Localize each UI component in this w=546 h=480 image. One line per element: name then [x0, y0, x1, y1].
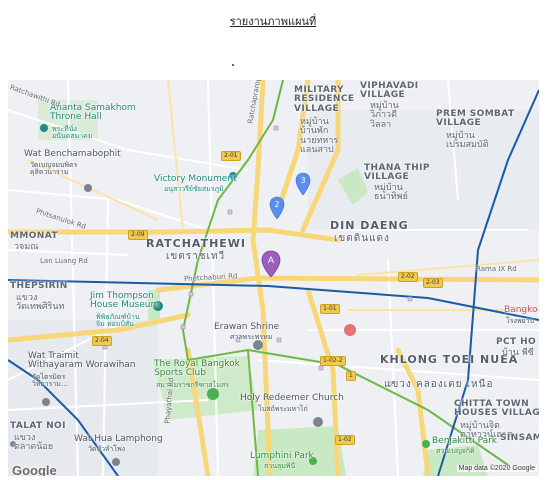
- district-din-daeng-th: เขตดินแดง: [334, 233, 390, 244]
- road-shield: 2-02: [398, 272, 418, 282]
- area-prem-sombat: PREM SOMBAT VILLAGE: [436, 109, 515, 129]
- area-military-residence: MILITARY RESIDENCE VILLAGE: [294, 85, 355, 114]
- road-shield: 1: [346, 371, 356, 381]
- poi-lumphini-park: Lumphini Park: [250, 451, 314, 461]
- poi-royal-bangkok-sports-club: The Royal Bangkok Sports Club: [154, 359, 240, 379]
- road-shield: 1-01: [320, 304, 340, 314]
- poi-erawan-shrine-th: ศาลพระพรหม: [230, 333, 273, 341]
- area-wat-benchamabophit: Wat Benchamabophit: [24, 149, 121, 159]
- poi-wat-hua-lamphong-th: วัดหัวลำโพง: [88, 445, 126, 453]
- area-talat-noi: TALAT NOI: [10, 421, 66, 431]
- poi-victory-monument-th: อนุสาวรีย์ชัยสมรภูมิ: [164, 185, 224, 193]
- area-wat-traimit: Wat Traimit Withayaram Worawihan: [28, 351, 136, 371]
- poi-benjakitti-park-th: สวนเบญจกิติ: [436, 447, 475, 455]
- stray-mark: [232, 64, 234, 66]
- pin-3-label: 3: [300, 176, 305, 185]
- poi-ananta-samakhom-th: พระที่นั่ง อนันตสมาคม: [52, 125, 93, 141]
- road-label-lan-luang: Lan Luang Rd: [40, 257, 88, 265]
- map-view[interactable]: A 2 3 2-01 2-09 2-02 2-03 1-01 1-02-2 1-…: [8, 80, 539, 476]
- area-sinsam: SINSAM: [500, 433, 539, 443]
- poi-holy-redeemer: Holy Redeemer Church: [240, 393, 344, 403]
- area-thepsirin-th: แขวง วัดเทพศิรินท: [16, 293, 65, 313]
- road-shield: 2-04: [92, 336, 112, 346]
- poi-jim-thompson: Jim Thompson House Museum: [90, 291, 160, 311]
- area-military-residence-th: หมู่บ้าน บ้านพัก นายทหาร แลนสาป: [300, 117, 339, 156]
- area-mmonat: MMONAT: [10, 231, 58, 241]
- area-pct-house-th: บ้าน พีซี: [502, 348, 534, 358]
- district-khlong-toei-nuea: KHLONG TOEI NUEA: [380, 353, 519, 366]
- poi-holy-redeemer-th: โบสถ์พระมหาไถ่: [258, 405, 308, 413]
- location-pin-a-icon[interactable]: A: [261, 250, 281, 278]
- pin-a-label: A: [268, 256, 275, 266]
- area-wat-traimit-th: วัดไตรมิตร วิทยาราม...: [32, 373, 68, 389]
- poi-erawan-shrine: Erawan Shrine: [214, 322, 280, 332]
- area-prem-sombat-th: หมู่บ้าน เปรมสมบัติ: [446, 131, 489, 151]
- location-pin-2-icon[interactable]: 2: [269, 196, 285, 220]
- area-pct-house: PCT HO: [496, 337, 537, 347]
- report-title: รายงานภาพแผนที่: [229, 15, 317, 28]
- poi-victory-monument: Victory Monument: [154, 174, 237, 184]
- pin-2-label: 2: [274, 200, 279, 209]
- area-talat-noi-th: แขวง ตลาดน้อย: [14, 433, 54, 453]
- area-chitta-town: CHITTA TOWN HOUSES VILLAGE: [454, 399, 539, 419]
- area-thana-thip: THANA THIP VILLAGE: [364, 163, 430, 183]
- area-bangko-th: โรงพยาบ: [506, 317, 535, 325]
- area-bangko: Bangko: [504, 305, 538, 315]
- map-attribution: Map data ©2020 Google: [456, 465, 537, 472]
- poi-lumphini-park-th: สวนลุมพินี: [264, 462, 296, 470]
- district-khlong-toei-nuea-th: แขวง คลองเตย เหนือ: [384, 379, 494, 390]
- poi-ananta-samakhom: Ananta Samakhom Throne Hall: [50, 103, 136, 123]
- road-label-rama-ix: Rama IX Rd: [476, 265, 517, 273]
- district-ratchathewi: RATCHATHEWI: [146, 237, 247, 250]
- google-logo: Google: [12, 463, 57, 476]
- area-thana-thip-th: หมู่บ้าน ธนาทิพย์: [374, 183, 408, 203]
- road-shield: 2-09: [128, 230, 148, 240]
- district-din-daeng: DIN DAENG: [330, 219, 409, 232]
- road-shield: 1-02-2: [320, 356, 346, 366]
- road-shield: 2-01: [221, 151, 241, 161]
- road-shield: 2-03: [423, 278, 443, 288]
- area-viphavadi: VIPHAVADI VILLAGE: [360, 81, 419, 101]
- area-wat-benchamabophit-th: วัดเบญจมบพิตร ดุสิตวนาราม: [30, 161, 78, 177]
- poi-benjakitti-park: Benjakitti Park: [432, 436, 498, 446]
- area-mmonat-th: วจมณ: [14, 242, 39, 252]
- location-pin-3-icon[interactable]: 3: [295, 172, 311, 196]
- district-ratchathewi-th: เขตราชเทวี: [166, 251, 226, 262]
- area-viphavadi-th: หมู่บ้าน วิภาวดี วิลลา: [370, 101, 399, 130]
- road-shield: 1-02: [335, 435, 355, 445]
- poi-jim-thompson-th: พิพิธภัณฑ์บ้าน จิม ทอมป์สัน: [96, 313, 140, 329]
- poi-wat-hua-lamphong: Wat Hua Lamphong: [74, 434, 163, 444]
- area-thepsirin: THEPSIRIN: [10, 281, 68, 291]
